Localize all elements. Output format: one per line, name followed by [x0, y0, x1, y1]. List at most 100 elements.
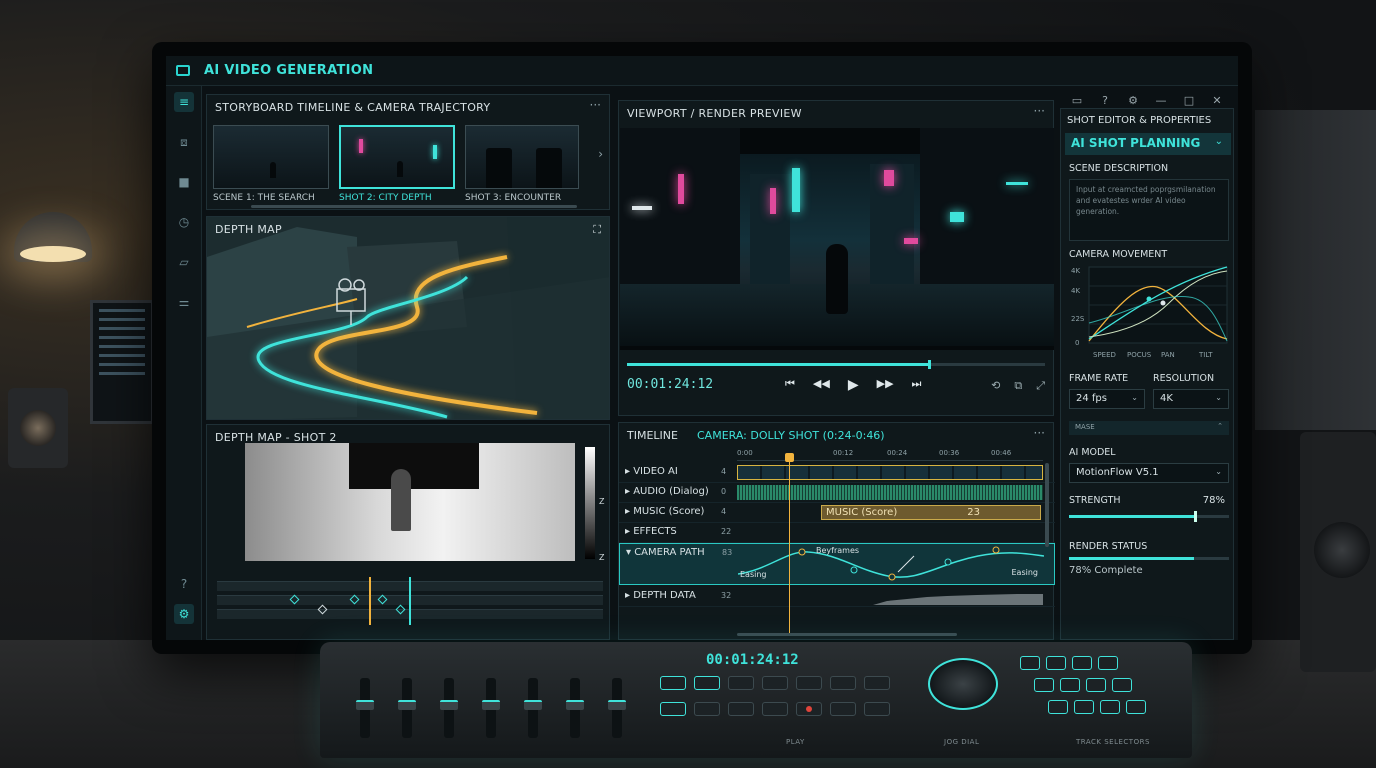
storyboard-thumb[interactable] — [339, 125, 455, 189]
skip-forward-icon[interactable]: ⏭ — [912, 377, 922, 393]
time-ruler[interactable]: 0:00 00:12 00:24 00:36 00:46 — [737, 447, 1043, 461]
console-key[interactable] — [728, 676, 754, 690]
track-selector-key[interactable] — [1100, 700, 1120, 714]
fast-forward-icon[interactable]: ▶▶ — [877, 377, 894, 393]
storyboard-more-icon[interactable]: ··· — [590, 98, 601, 112]
fader[interactable] — [566, 678, 584, 738]
music-clip-label: MUSIC (Score) — [826, 507, 898, 518]
playhead[interactable] — [409, 577, 411, 625]
render-progress-bar — [1069, 557, 1229, 560]
storyboard-thumb[interactable] — [465, 125, 579, 189]
viewport-more-icon[interactable]: ··· — [1034, 104, 1045, 118]
help-icon[interactable]: ? — [1098, 94, 1112, 107]
close-icon[interactable]: ✕ — [1210, 94, 1224, 107]
timeline-hscroll[interactable] — [737, 633, 957, 636]
loop-icon[interactable]: ⟲ — [991, 379, 1000, 393]
minimize-icon[interactable]: — — [1154, 94, 1168, 107]
console-key[interactable] — [864, 676, 890, 690]
fullscreen-icon[interactable]: ⤢ — [1036, 379, 1045, 393]
ease-out-label: Easing — [1011, 568, 1039, 577]
track-selector-key[interactable] — [1098, 656, 1118, 670]
console-play-key[interactable] — [660, 702, 686, 716]
timeline-vscroll[interactable] — [1045, 463, 1049, 547]
resolution-select[interactable]: 4K ⌄ — [1153, 389, 1229, 409]
camera-icon[interactable]: ■ — [174, 172, 194, 192]
console-key[interactable] — [660, 676, 686, 690]
fader[interactable] — [482, 678, 500, 738]
playhead[interactable] — [369, 577, 371, 625]
ai-model-select[interactable]: MotionFlow V5.1 ⌄ — [1069, 463, 1229, 483]
rewind-icon[interactable]: ◀◀ — [813, 377, 830, 393]
console-key[interactable] — [830, 676, 856, 690]
track-camera-path[interactable]: ▾ CAMERA PATH 83 Beyframes Easing Easing — [619, 543, 1055, 585]
camera-path-curve[interactable] — [738, 544, 1044, 584]
frame-rate-select[interactable]: 24 fps ⌄ — [1069, 389, 1145, 409]
video-clip[interactable] — [737, 465, 1043, 480]
timeline-playhead[interactable] — [785, 453, 794, 635]
audio-clip[interactable] — [737, 485, 1043, 500]
console-key[interactable] — [830, 702, 856, 716]
timeline-more-icon[interactable]: ··· — [1034, 426, 1045, 440]
track-music[interactable]: ▸ MUSIC (Score) 4 MUSIC (Score) 23 — [619, 503, 1055, 523]
track-selector-key[interactable] — [1060, 678, 1080, 692]
timecode: 00:01:24:12 — [627, 377, 714, 392]
console-key[interactable] — [762, 702, 788, 716]
play-icon[interactable]: ▶ — [848, 377, 859, 393]
maximize-icon[interactable]: □ — [1182, 94, 1196, 107]
track-selector-key[interactable] — [1048, 700, 1068, 714]
storyboard-thumb[interactable] — [213, 125, 329, 189]
console-key[interactable] — [728, 702, 754, 716]
menu-icon[interactable]: ≡ — [174, 92, 194, 112]
scene-description-input[interactable]: Input at creamcted poprgsmilanation and … — [1069, 179, 1229, 241]
fader[interactable] — [608, 678, 626, 738]
fader[interactable] — [356, 678, 374, 738]
ai-shot-planning-header[interactable]: AI SHOT PLANNING ⌄ — [1065, 133, 1231, 155]
console-key[interactable] — [796, 676, 822, 690]
track-video[interactable]: ▸ VIDEO AI 4 — [619, 463, 1055, 483]
monitor-icon[interactable]: ▭ — [1070, 94, 1084, 107]
camera-movement-chart[interactable]: 4K 4K 22S 0 SPEED POCUS PAN TILT — [1069, 263, 1229, 359]
properties-panel: SHOT EDITOR & PROPERTIES AI SHOT PLANNIN… — [1060, 108, 1234, 640]
fader[interactable] — [440, 678, 458, 738]
fader[interactable] — [398, 678, 416, 738]
track-selector-key[interactable] — [1020, 656, 1040, 670]
console-record-key[interactable] — [796, 702, 822, 716]
history-icon[interactable]: ◷ — [174, 212, 194, 232]
track-selector-key[interactable] — [1086, 678, 1106, 692]
code-icon[interactable]: ⧈ — [174, 132, 194, 152]
playback-progress[interactable] — [627, 360, 1045, 369]
track-selector-key[interactable] — [1034, 678, 1054, 692]
track-effects[interactable]: ▸ EFFECTS 22 — [619, 523, 1055, 543]
storyboard-scrollbar[interactable] — [251, 205, 577, 208]
skip-back-icon[interactable]: ⏮ — [785, 377, 795, 393]
chevron-right-icon[interactable]: › — [598, 147, 603, 161]
settings-icon[interactable]: ⚙ — [174, 604, 194, 624]
track-selector-key[interactable] — [1074, 700, 1094, 714]
console-key[interactable] — [864, 702, 890, 716]
ruler-tick: 0:00 — [737, 449, 753, 457]
help-circle-icon[interactable]: ? — [174, 574, 194, 594]
strength-label: STRENGTH — [1069, 495, 1121, 506]
expand-icon[interactable]: ⛶ — [593, 223, 601, 237]
console-key[interactable] — [762, 676, 788, 690]
fader[interactable] — [524, 678, 542, 738]
track-icon: 22 — [721, 527, 732, 536]
console-key[interactable] — [694, 702, 720, 716]
track-selector-key[interactable] — [1112, 678, 1132, 692]
console-key[interactable] — [694, 676, 720, 690]
track-audio[interactable]: ▸ AUDIO (Dialog) 0 — [619, 483, 1055, 503]
track-selector-key[interactable] — [1072, 656, 1092, 670]
folder-icon[interactable]: ▱ — [174, 252, 194, 272]
music-clip[interactable]: MUSIC (Score) 23 — [821, 505, 1041, 520]
track-depth[interactable]: ▸ DEPTH DATA 32 — [619, 587, 1055, 607]
track-selector-key[interactable] — [1046, 656, 1066, 670]
jog-dial[interactable] — [928, 658, 998, 710]
gear-icon[interactable]: ⚙ — [1126, 94, 1140, 107]
console-timecode: 00:01:24:12 — [706, 652, 799, 668]
track-selector-key[interactable] — [1126, 700, 1146, 714]
snapshot-icon[interactable]: ⧉ — [1014, 379, 1022, 393]
mask-section[interactable]: MASE ⌃ — [1069, 421, 1229, 435]
keyframe-tracks[interactable] — [217, 577, 603, 625]
strength-slider[interactable] — [1069, 511, 1229, 522]
sliders-icon[interactable]: ⚌ — [174, 292, 194, 312]
